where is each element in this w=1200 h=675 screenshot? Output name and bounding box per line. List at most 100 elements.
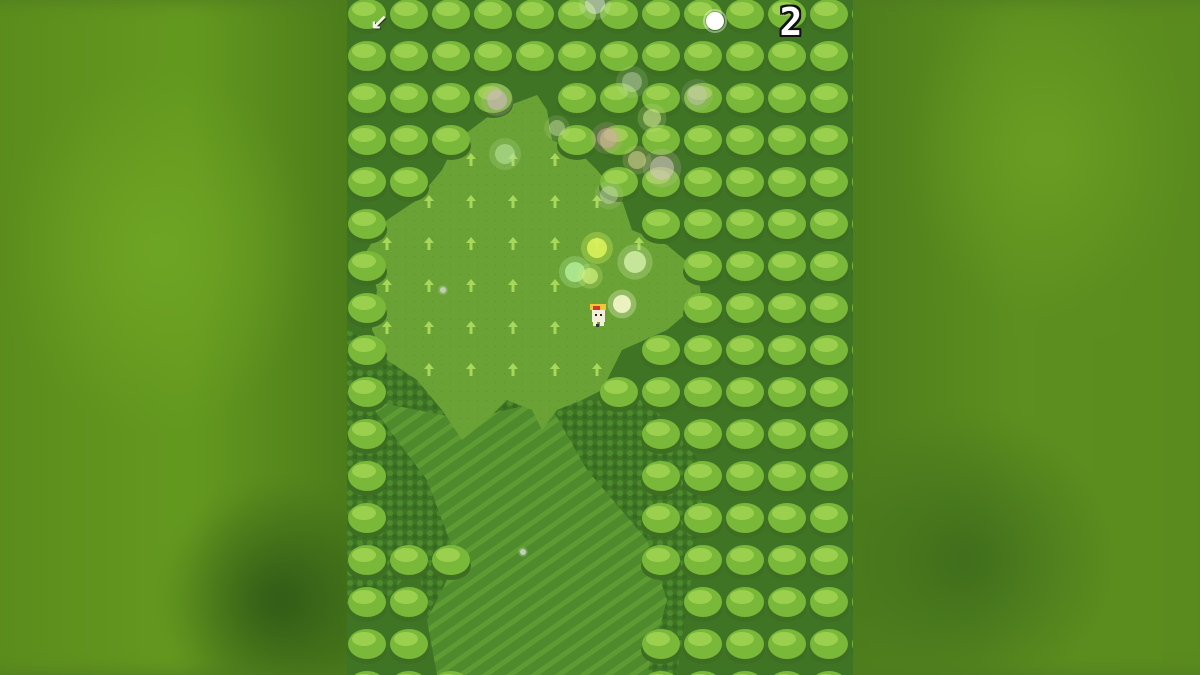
tree — [347, 545, 387, 580]
tree — [767, 167, 807, 202]
tree — [767, 41, 807, 76]
tree — [725, 419, 765, 454]
firefly — [577, 263, 603, 289]
tree — [725, 503, 765, 538]
tree — [389, 83, 429, 118]
tree — [683, 503, 723, 538]
tree — [683, 377, 723, 412]
tree — [767, 419, 807, 454]
tree — [725, 587, 765, 622]
tree — [683, 209, 723, 244]
tree — [809, 41, 849, 76]
tree — [725, 629, 765, 664]
tree — [767, 587, 807, 622]
tree — [431, 125, 471, 160]
tree — [389, 629, 429, 664]
tree — [725, 41, 765, 76]
tree — [683, 125, 723, 160]
tree — [347, 41, 387, 76]
tree — [767, 377, 807, 412]
tree — [725, 209, 765, 244]
tree — [347, 209, 387, 244]
tree — [347, 629, 387, 664]
firefly — [594, 180, 624, 210]
tree — [809, 167, 849, 202]
firefly — [591, 122, 623, 154]
tree — [641, 377, 681, 412]
tree — [683, 167, 723, 202]
firefly — [581, 232, 613, 264]
tree — [431, 545, 471, 580]
tree — [641, 41, 681, 76]
tree — [683, 335, 723, 370]
tree — [683, 251, 723, 286]
tree — [767, 209, 807, 244]
tree — [683, 293, 723, 328]
tree — [809, 335, 849, 370]
collected-counter: 2 — [779, 0, 803, 44]
tree — [725, 125, 765, 160]
tree — [809, 377, 849, 412]
tree — [725, 461, 765, 496]
tree — [641, 503, 681, 538]
tree — [683, 41, 723, 76]
back-button[interactable]: ↙ — [365, 10, 393, 38]
tree — [431, 83, 471, 118]
tree — [641, 629, 681, 664]
tree — [809, 461, 849, 496]
tree — [725, 545, 765, 580]
tree — [809, 629, 849, 664]
firefly — [481, 84, 513, 116]
tree — [347, 167, 387, 202]
firefly — [438, 285, 448, 295]
blurred-backdrop-left — [0, 0, 360, 675]
tree — [599, 377, 639, 412]
game-viewport[interactable]: ↙ 2 — [347, 0, 853, 675]
tree — [809, 419, 849, 454]
tree — [767, 251, 807, 286]
tree — [347, 377, 387, 412]
tree — [347, 419, 387, 454]
tree — [767, 545, 807, 580]
white-orb-icon — [703, 9, 727, 33]
tree — [767, 335, 807, 370]
firefly — [544, 115, 570, 141]
tree — [347, 335, 387, 370]
back-arrow-icon: ↙ — [369, 11, 389, 36]
tree — [809, 125, 849, 160]
tree — [641, 0, 681, 34]
tree — [473, 41, 513, 76]
tree — [431, 0, 471, 34]
tree — [767, 629, 807, 664]
tree — [641, 545, 681, 580]
firefly — [622, 145, 652, 175]
tree — [725, 83, 765, 118]
tree — [557, 41, 597, 76]
tree — [683, 545, 723, 580]
tree — [725, 0, 765, 34]
tree — [725, 167, 765, 202]
tree — [641, 209, 681, 244]
tree — [809, 503, 849, 538]
tree — [389, 545, 429, 580]
tree — [683, 587, 723, 622]
tree — [641, 461, 681, 496]
tree — [767, 503, 807, 538]
firefly — [637, 103, 667, 133]
tree — [809, 293, 849, 328]
firefly — [681, 79, 713, 111]
tree — [767, 83, 807, 118]
tree — [725, 251, 765, 286]
tree — [347, 251, 387, 286]
tree — [809, 209, 849, 244]
tree — [641, 419, 681, 454]
tree — [389, 41, 429, 76]
blurred-backdrop-right — [845, 0, 1200, 675]
tree — [809, 0, 849, 34]
tree — [347, 83, 387, 118]
tree — [389, 125, 429, 160]
tree — [767, 125, 807, 160]
tree — [389, 587, 429, 622]
firefly — [518, 547, 528, 557]
tree — [767, 461, 807, 496]
